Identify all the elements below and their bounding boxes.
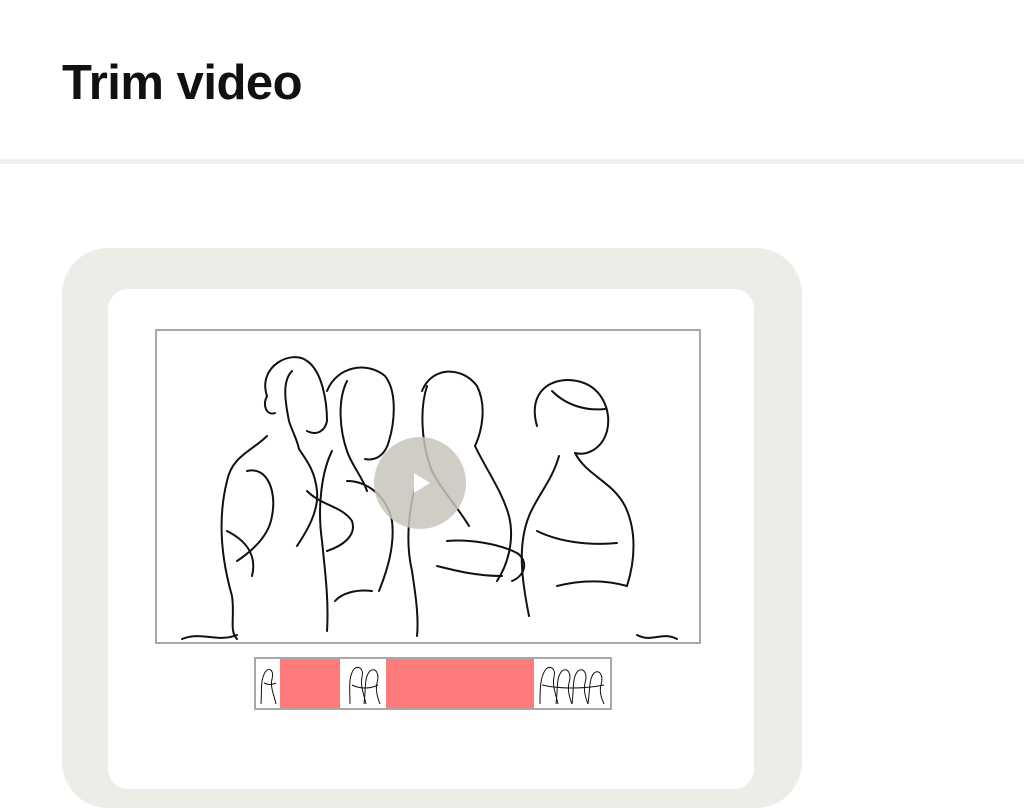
trim-removed-segment-1[interactable] [280,659,340,708]
trim-removed-segment-2[interactable] [386,659,534,708]
trim-timeline[interactable] [254,657,612,710]
page-title: Trim video [62,56,303,110]
timeline-thumbnail-3 [534,659,610,708]
header-divider [0,159,1024,164]
play-icon [414,473,430,493]
play-button[interactable] [374,437,466,529]
header: Trim video [0,0,1024,160]
timeline-thumbnail-2 [340,659,386,708]
timeline-thumbnail-1 [256,659,280,708]
